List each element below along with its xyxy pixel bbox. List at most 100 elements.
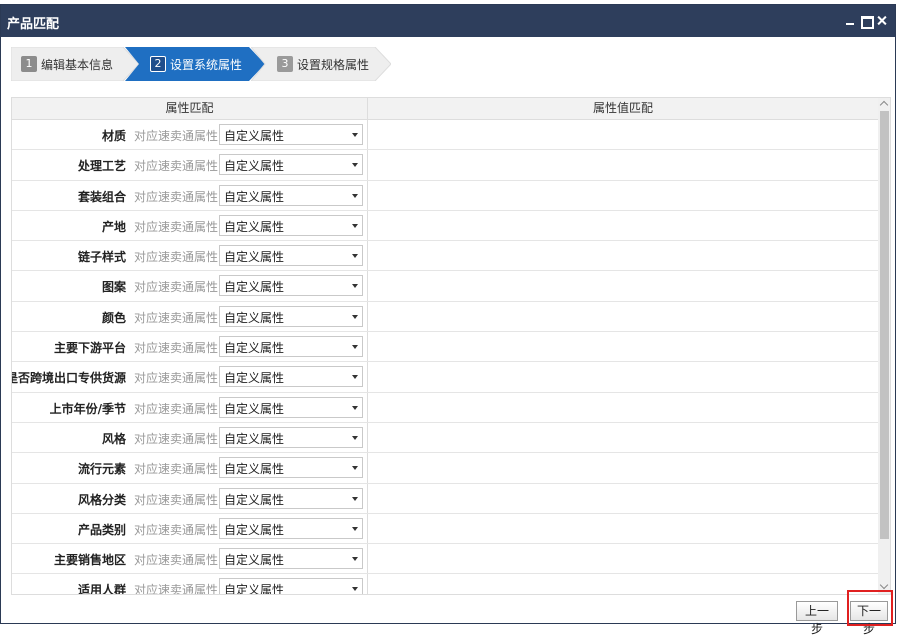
attribute-cell: 主要下游平台 对应速卖通属性: 自定义属性 — [12, 332, 368, 362]
header-attribute-value-match: 属性值匹配 — [592, 101, 653, 115]
attribute-name: 颜色 — [101, 310, 126, 325]
chevron-down-icon — [352, 375, 358, 380]
attribute-name: 图案 — [101, 280, 126, 295]
attribute-cell: 上市年份/季节 对应速卖通属性: 自定义属性 — [12, 392, 368, 422]
attribute-cell: 风格分类 对应速卖通属性: 自定义属性 — [12, 483, 368, 513]
close-icon[interactable] — [875, 12, 889, 28]
chevron-down-icon — [352, 254, 358, 259]
table-row: 上市年份/季节 对应速卖通属性: 自定义属性 — [12, 392, 878, 423]
step-set-system-attributes[interactable]: 2 设置系统属性 — [125, 47, 265, 81]
select-value: 自定义属性 — [224, 462, 285, 477]
aliexpress-attribute-select[interactable]: 自定义属性 — [219, 275, 363, 297]
scroll-down-icon[interactable] — [878, 581, 890, 594]
scroll-up-icon[interactable] — [878, 98, 890, 111]
aliexpress-attribute-select[interactable]: 自定义属性 — [219, 517, 363, 539]
attribute-cell: 图案 对应速卖通属性: 自定义属性 — [12, 271, 368, 301]
aliexpress-attribute-hint: 对应速卖通属性: — [134, 462, 223, 477]
aliexpress-attribute-hint: 对应速卖通属性: — [134, 189, 223, 204]
table-row: 处理工艺 对应速卖通属性: 自定义属性 — [12, 150, 878, 181]
aliexpress-attribute-select[interactable]: 自定义属性 — [219, 184, 363, 206]
select-value: 自定义属性 — [224, 250, 285, 265]
table-row: 链子样式 对应速卖通属性: 自定义属性 — [12, 241, 878, 272]
aliexpress-attribute-select[interactable]: 自定义属性 — [219, 154, 363, 176]
attribute-cell: 材质 对应速卖通属性: 自定义属性 — [12, 120, 368, 150]
aliexpress-attribute-hint: 对应速卖通属性: — [134, 522, 223, 537]
next-step-button[interactable]: 下一步 — [850, 601, 888, 636]
chevron-down-icon — [352, 133, 358, 137]
select-value: 自定义属性 — [224, 522, 285, 537]
attribute-name: 处理工艺 — [77, 159, 126, 174]
select-value: 自定义属性 — [224, 401, 285, 416]
attribute-name: 产地 — [101, 219, 126, 234]
vertical-scrollbar[interactable] — [878, 98, 890, 594]
minimize-icon[interactable] — [843, 12, 857, 28]
chevron-down-icon — [352, 466, 358, 471]
table-header: 属性匹配 属性值匹配 — [12, 98, 878, 120]
select-value: 自定义属性 — [224, 431, 285, 446]
chevron-down-icon — [352, 284, 358, 289]
table-row: 颜色 对应速卖通属性: 自定义属性 — [12, 301, 878, 333]
aliexpress-attribute-select[interactable]: 自定义属性 — [219, 366, 363, 388]
aliexpress-attribute-hint: 对应速卖通属性: — [134, 219, 223, 234]
aliexpress-attribute-select[interactable]: 自定义属性 — [219, 426, 363, 448]
select-value: 自定义属性 — [224, 341, 285, 356]
attribute-name: 材质 — [101, 129, 126, 143]
chevron-down-icon — [352, 345, 358, 350]
aliexpress-attribute-select[interactable]: 自定义属性 — [219, 578, 363, 595]
attribute-cell: 主要销售地区 对应速卖通属性: 自定义属性 — [12, 544, 368, 574]
select-value: 自定义属性 — [224, 310, 285, 325]
aliexpress-attribute-select[interactable]: 自定义属性 — [219, 487, 363, 509]
chevron-down-icon — [352, 405, 358, 410]
attribute-name: 风格 — [101, 431, 126, 446]
table-row: 适用人群 对应速卖通属性: 自定义属性 — [12, 574, 878, 595]
dialog-title: 产品匹配 — [7, 17, 60, 32]
header-attribute-match: 属性匹配 — [12, 98, 368, 119]
aliexpress-attribute-select[interactable]: 自定义属性 — [219, 305, 363, 327]
attribute-name: 适用人群 — [77, 583, 126, 595]
dialog-titlebar: 产品匹配 — [1, 5, 895, 37]
aliexpress-attribute-select[interactable]: 自定义属性 — [219, 336, 363, 358]
attribute-cell: 套装组合 对应速卖通属性: 自定义属性 — [12, 180, 368, 210]
table-row: 风格 对应速卖通属性: 自定义属性 — [12, 422, 878, 454]
aliexpress-attribute-hint: 对应速卖通属性: — [134, 492, 223, 507]
aliexpress-attribute-select[interactable]: 自定义属性 — [219, 124, 363, 145]
aliexpress-attribute-hint: 对应速卖通属性: — [134, 401, 223, 416]
aliexpress-attribute-select[interactable]: 自定义属性 — [219, 214, 363, 236]
step-2-number: 2 — [150, 56, 166, 72]
aliexpress-attribute-hint: 对应速卖通属性: — [134, 341, 223, 356]
table-row: 产地 对应速卖通属性: 自定义属性 — [12, 210, 878, 242]
attribute-cell: 产地 对应速卖通属性: 自定义属性 — [12, 210, 368, 241]
chevron-down-icon — [352, 435, 358, 440]
aliexpress-attribute-hint: 对应速卖通属性: — [134, 280, 223, 295]
aliexpress-attribute-select[interactable]: 自定义属性 — [219, 396, 363, 418]
attribute-cell: 产品类别 对应速卖通属性: 自定义属性 — [12, 513, 368, 544]
attribute-name: 是否跨境出口专供货源 — [11, 371, 126, 386]
select-value: 自定义属性 — [224, 280, 285, 295]
step-3-label: 设置规格属性 — [297, 58, 370, 72]
attribute-name: 产品类别 — [77, 522, 126, 537]
chevron-down-icon — [352, 193, 358, 198]
chevron-down-icon — [352, 223, 358, 228]
select-value: 自定义属性 — [224, 371, 285, 386]
select-value: 自定义属性 — [224, 583, 285, 595]
maximize-icon[interactable] — [859, 12, 874, 29]
aliexpress-attribute-hint: 对应速卖通属性: — [134, 250, 223, 265]
table-row: 风格分类 对应速卖通属性: 自定义属性 — [12, 483, 878, 514]
attribute-name: 流行元素 — [77, 462, 126, 477]
select-value: 自定义属性 — [224, 159, 285, 174]
table-row: 主要销售地区 对应速卖通属性: 自定义属性 — [12, 544, 878, 575]
prev-step-button[interactable]: 上一步 — [796, 601, 838, 636]
attribute-cell: 是否跨境出口专供货源 对应速卖通属性: 自定义属性 — [11, 362, 368, 392]
attribute-name: 套装组合 — [77, 189, 126, 204]
step-set-spec-attributes[interactable]: 3 设置规格属性 — [251, 47, 391, 81]
aliexpress-attribute-select[interactable]: 自定义属性 — [219, 245, 363, 267]
aliexpress-attribute-select[interactable]: 自定义属性 — [219, 548, 363, 570]
table-body: 材质 对应速卖通属性: 自定义属性 处理工艺 对应速卖通属性: 自定义属性 套装组合 对应速卖… — [11, 120, 878, 595]
step-edit-basic-info[interactable]: 1 编辑基本信息 — [11, 47, 139, 81]
attribute-cell: 颜色 对应速卖通属性: 自定义属性 — [12, 301, 368, 332]
scrollbar-thumb[interactable] — [880, 111, 889, 539]
aliexpress-attribute-hint: 对应速卖通属性: — [134, 310, 223, 325]
aliexpress-attribute-hint: 对应速卖通属性: — [134, 159, 223, 174]
aliexpress-attribute-select[interactable]: 自定义属性 — [219, 457, 363, 479]
attribute-name: 风格分类 — [77, 492, 126, 507]
